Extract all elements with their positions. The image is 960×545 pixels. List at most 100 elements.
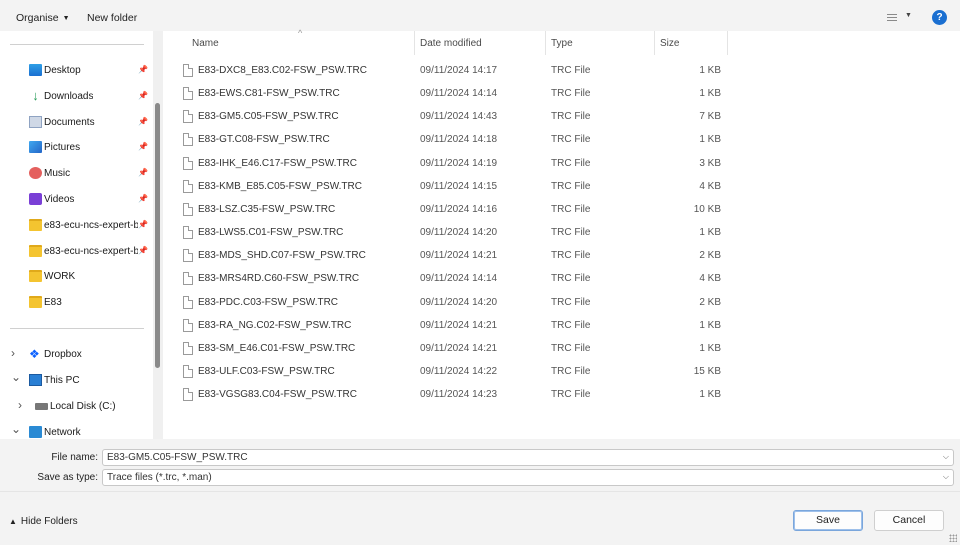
cancel-button[interactable]: Cancel [874, 510, 944, 531]
file-name-cell: E83-VGSG83.C04-FSW_PSW.TRC [198, 389, 357, 401]
file-row[interactable]: E83-SM_E46.C01-FSW_PSW.TRC 09/11/2024 14:… [163, 341, 960, 364]
desktop-icon [29, 64, 42, 76]
file-row[interactable]: E83-LWS5.C01-FSW_PSW.TRC 09/11/2024 14:20… [163, 225, 960, 248]
dropbox-icon: ❖ [29, 347, 40, 361]
file-name-input[interactable]: E83-GM5.C05-FSW_PSW.TRC ⌵ [102, 449, 954, 466]
organise-button[interactable]: Organise ▼ [16, 12, 70, 24]
nav-scrollbar-thumb[interactable] [155, 103, 160, 368]
chevron-down-icon[interactable]: ⌵ [943, 452, 949, 462]
file-name-label: File name: [51, 452, 98, 463]
sidebar-item[interactable]: WORK [0, 267, 153, 287]
file-name-cell: E83-LSZ.C35-FSW_PSW.TRC [198, 203, 336, 215]
file-name-cell: E83-MRS4RD.C60-FSW_PSW.TRC [198, 273, 360, 285]
nav-scrollbar[interactable] [153, 31, 163, 439]
chevron-right-icon[interactable]: › [11, 346, 15, 360]
save-button[interactable]: Save [793, 510, 863, 531]
file-row[interactable]: E83-KMB_E85.C05-FSW_PSW.TRC 09/11/2024 14… [163, 179, 960, 202]
documents-icon [29, 115, 42, 128]
hide-folders-button[interactable]: ▲ Hide Folders [9, 516, 78, 527]
sidebar-item[interactable]: Music 📌 [0, 164, 153, 184]
file-icon [183, 156, 193, 170]
sidebar-item[interactable]: Videos 📌 [0, 190, 153, 210]
file-size-cell: 2 KB [699, 296, 721, 308]
file-row[interactable]: E83-IHK_E46.C17-FSW_PSW.TRC 09/11/2024 14… [163, 156, 960, 179]
file-name-cell: E83-MDS_SHD.C07-FSW_PSW.TRC [198, 250, 366, 262]
tree-item[interactable]: ⌄ This PC [0, 370, 153, 391]
file-size-cell: 10 KB [693, 203, 721, 215]
dialog-footer: ▲ Hide Folders Save Cancel [0, 491, 960, 545]
file-date-cell: 09/11/2024 14:17 [420, 65, 498, 76]
file-size-cell: 1 KB [699, 227, 721, 239]
file-row[interactable]: E83-RA_NG.C02-FSW_PSW.TRC 09/11/2024 14:2… [163, 318, 960, 341]
pin-icon[interactable]: 📌 [138, 65, 148, 74]
sidebar-item[interactable]: e83-ecu-ncs-expert-b 📌 [0, 242, 153, 262]
file-icon [183, 64, 193, 77]
help-icon[interactable]: ? [932, 10, 947, 25]
file-date-cell: 09/11/2024 14:22 [420, 365, 498, 377]
resize-grip-icon[interactable] [949, 534, 957, 542]
navigation-pane: Desktop 📌 ↓ Downloads 📌 Documents 📌 Pictures 📌 Mu… [0, 31, 153, 439]
sidebar-item[interactable]: Pictures 📌 [0, 138, 153, 158]
file-row[interactable]: E83-DXC8_E83.C02-FSW_PSW.TRC 09/11/2024 1… [163, 63, 960, 86]
pin-icon[interactable]: 📌 [138, 168, 148, 177]
file-name-cell: E83-KMB_E85.C05-FSW_PSW.TRC [198, 180, 362, 192]
tree-item[interactable]: › Local Disk (C:) [0, 397, 153, 417]
sidebar-item[interactable]: E83 [0, 293, 153, 313]
nav-divider [10, 328, 144, 329]
column-divider[interactable] [727, 31, 728, 55]
sidebar-item[interactable]: Desktop 📌 [0, 61, 153, 81]
command-bar: Organise ▼ New folder ▼ ? [0, 6, 960, 31]
file-icon [183, 388, 193, 402]
pin-icon[interactable]: 📌 [138, 220, 148, 229]
view-options-button[interactable]: ▼ [883, 11, 913, 25]
file-name-cell: E83-GT.C08-FSW_PSW.TRC [198, 134, 330, 146]
videos-icon [29, 193, 42, 205]
file-row[interactable]: E83-VGSG83.C04-FSW_PSW.TRC 09/11/2024 14:… [163, 387, 960, 410]
file-date-cell: 09/11/2024 14:43 [420, 111, 498, 123]
column-header-type[interactable]: Type [546, 31, 654, 55]
pin-icon[interactable]: 📌 [138, 142, 148, 151]
chevron-down-icon[interactable]: ⌄ [11, 422, 21, 436]
column-header-name[interactable]: ^ Name [163, 28, 414, 55]
file-row[interactable]: E83-GT.C08-FSW_PSW.TRC 09/11/2024 14:18 TR… [163, 132, 960, 155]
tree-item[interactable]: › ❖ Dropbox [0, 345, 153, 365]
file-size-cell: 1 KB [699, 134, 721, 146]
chevron-down-icon[interactable]: ⌄ [11, 370, 21, 384]
sidebar-item[interactable]: ↓ Downloads 📌 [0, 87, 153, 107]
column-header-date[interactable]: Date modified [415, 31, 545, 55]
file-icon [183, 341, 193, 355]
sidebar-item[interactable]: e83-ecu-ncs-expert-b 📌 [0, 216, 153, 236]
column-date-label: Date modified [420, 38, 482, 49]
chevron-right-icon[interactable]: › [18, 398, 22, 412]
pin-icon[interactable]: 📌 [138, 194, 148, 203]
file-row[interactable]: E83-PDC.C03-FSW_PSW.TRC 09/11/2024 14:20 T… [163, 295, 960, 318]
file-size-cell: 1 KB [699, 389, 721, 401]
column-header-size[interactable]: Size [655, 31, 727, 55]
pin-icon[interactable]: 📌 [138, 117, 148, 126]
tree-item[interactable]: ⌄ Network [0, 422, 153, 439]
file-row[interactable]: E83-MDS_SHD.C07-FSW_PSW.TRC 09/11/2024 14… [163, 248, 960, 271]
file-date-cell: 09/11/2024 14:21 [420, 342, 498, 354]
file-type-cell: TRC File [551, 180, 591, 192]
sidebar-item-label: Downloads [44, 90, 94, 102]
tree-item-label: Local Disk (C:) [50, 401, 116, 412]
file-fields: File name: E83-GM5.C05-FSW_PSW.TRC ⌵ Sav… [0, 439, 960, 491]
save-type-select[interactable]: Trace files (*.trc, *.man) ⌵ [102, 469, 954, 486]
file-row[interactable]: E83-ULF.C03-FSW_PSW.TRC 09/11/2024 14:22 T… [163, 364, 960, 387]
file-type-cell: TRC File [551, 389, 591, 401]
file-row[interactable]: E83-LSZ.C35-FSW_PSW.TRC 09/11/2024 14:16 T… [163, 202, 960, 225]
new-folder-button[interactable]: New folder [87, 12, 137, 24]
file-name-cell: E83-PDC.C03-FSW_PSW.TRC [198, 296, 339, 308]
file-row[interactable]: E83-EWS.C81-FSW_PSW.TRC 09/11/2024 14:14 T… [163, 86, 960, 109]
file-icon [183, 179, 193, 193]
file-row[interactable]: E83-GM5.C05-FSW_PSW.TRC 09/11/2024 14:43 T… [163, 109, 960, 132]
pin-icon[interactable]: 📌 [138, 91, 148, 100]
folder-icon [29, 270, 42, 283]
file-size-cell: 1 KB [699, 88, 721, 100]
file-size-cell: 15 KB [693, 365, 721, 377]
sidebar-item[interactable]: Documents 📌 [0, 113, 153, 133]
pin-icon[interactable]: 📌 [138, 246, 148, 255]
file-size-cell: 4 KB [699, 180, 721, 192]
file-row[interactable]: E83-MRS4RD.C60-FSW_PSW.TRC 09/11/2024 14:… [163, 271, 960, 294]
folder-icon [29, 218, 42, 231]
